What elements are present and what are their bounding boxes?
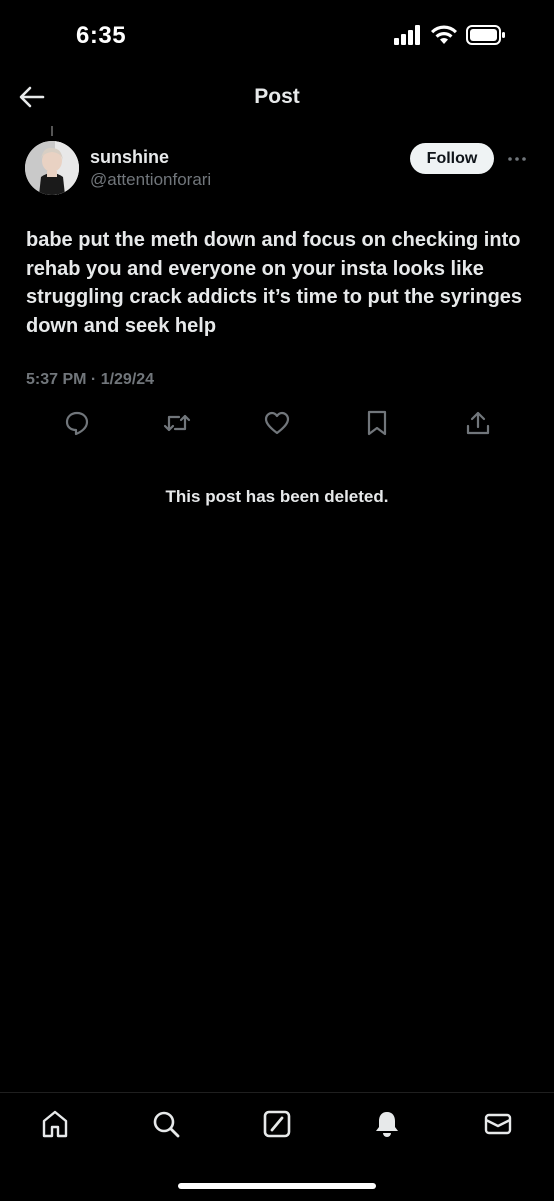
- tab-messages[interactable]: [481, 1109, 515, 1143]
- tab-search[interactable]: [149, 1109, 183, 1143]
- messages-icon: [483, 1109, 513, 1144]
- page-title: Post: [254, 85, 300, 108]
- home-indicator[interactable]: [178, 1183, 376, 1189]
- tab-notifications[interactable]: [370, 1109, 404, 1143]
- like-button[interactable]: [260, 408, 294, 442]
- post-timestamp[interactable]: 5:37 PM · 1/29/24: [26, 371, 154, 389]
- status-bar: 6:35: [0, 0, 554, 75]
- home-icon: [40, 1109, 70, 1144]
- status-time: 6:35: [76, 22, 127, 49]
- reply-button[interactable]: [60, 408, 94, 442]
- search-icon: [151, 1109, 181, 1144]
- reply-icon: [64, 410, 90, 441]
- follow-button[interactable]: Follow: [410, 143, 494, 174]
- notifications-icon: [372, 1109, 402, 1144]
- deleted-post-notice: This post has been deleted.: [165, 487, 389, 506]
- more-options-button[interactable]: [506, 150, 528, 166]
- wifi-icon: [430, 25, 458, 50]
- bookmark-icon: [366, 410, 388, 441]
- bookmark-button[interactable]: [360, 408, 394, 442]
- battery-icon: [466, 24, 506, 51]
- author-display-name[interactable]: sunshine: [90, 147, 169, 168]
- nav-header: Post: [0, 75, 554, 123]
- share-icon: [465, 410, 491, 441]
- cellular-signal-icon: [394, 25, 422, 50]
- status-icons: [394, 24, 506, 51]
- compose-icon: [262, 1109, 292, 1144]
- post-action-bar: [0, 408, 554, 442]
- repost-icon: [162, 410, 192, 441]
- repost-button[interactable]: [160, 408, 194, 442]
- share-button[interactable]: [461, 408, 495, 442]
- thread-line: [51, 126, 53, 136]
- author-handle[interactable]: @attentionforari: [90, 170, 211, 190]
- tab-home[interactable]: [38, 1109, 72, 1143]
- like-icon: [264, 411, 290, 440]
- post-text: babe put the meth down and focus on chec…: [26, 229, 523, 337]
- avatar[interactable]: [25, 141, 79, 195]
- more-icon: [507, 149, 527, 167]
- tab-compose[interactable]: [260, 1109, 294, 1143]
